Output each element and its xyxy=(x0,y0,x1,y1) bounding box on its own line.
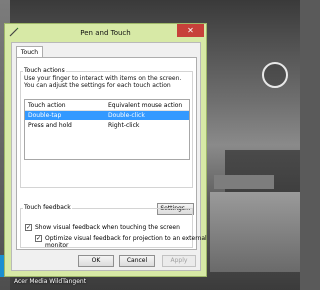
touch-actions-description: Use your finger to interact with items o… xyxy=(24,75,182,89)
pen-and-touch-window: Pen and Touch ✕ Touch Touch actions Use … xyxy=(4,23,207,277)
show-visual-feedback-label[interactable]: Show visual feedback when touching the s… xyxy=(35,224,180,231)
sea-image xyxy=(210,192,300,272)
optimize-projection-label[interactable]: Optimize visual feedback for projection … xyxy=(45,235,207,249)
ok-button[interactable]: OK xyxy=(78,255,114,267)
taskbar-labels[interactable]: Acer Media WildTangent xyxy=(14,278,86,285)
apply-button[interactable]: Apply xyxy=(162,255,196,267)
optimize-label-line1: Optimize visual feedback for projection … xyxy=(45,235,207,242)
row-action: Double-tap xyxy=(28,112,62,119)
list-row-press-and-hold[interactable]: Press and hold Right-click xyxy=(25,121,189,130)
column-header-equivalent[interactable]: Equivalent mouse action xyxy=(108,102,182,109)
touch-feedback-circle xyxy=(262,62,288,88)
list-header: Touch action Equivalent mouse action xyxy=(25,100,189,111)
optimize-projection-checkbox[interactable]: ✓ xyxy=(35,235,42,242)
list-row-double-tap[interactable]: Double-tap Double-click xyxy=(25,111,189,120)
dialog-client-area: Touch Touch actions Use your finger to i… xyxy=(11,42,207,271)
touch-feedback-heading: Touch feedback xyxy=(23,204,72,211)
touch-actions-heading: Touch actions xyxy=(23,67,66,74)
row-action: Press and hold xyxy=(28,122,72,129)
touch-tab-panel: Touch actions Use your finger to interac… xyxy=(16,57,207,250)
row-equivalent: Double-click xyxy=(108,112,145,119)
show-visual-feedback-checkbox[interactable]: ✓ xyxy=(25,224,32,231)
row-equivalent: Right-click xyxy=(108,122,140,129)
touch-actions-list[interactable]: Touch action Equivalent mouse action Dou… xyxy=(24,99,190,160)
title-bar[interactable]: Pen and Touch ✕ xyxy=(5,24,206,41)
close-button[interactable]: ✕ xyxy=(177,24,204,37)
harbor-wall-image xyxy=(214,175,274,189)
column-header-touch-action[interactable]: Touch action xyxy=(28,102,66,109)
cancel-button[interactable]: Cancel xyxy=(119,255,155,267)
window-title: Pen and Touch xyxy=(80,29,131,37)
optimize-label-line2: monitor xyxy=(45,242,69,249)
